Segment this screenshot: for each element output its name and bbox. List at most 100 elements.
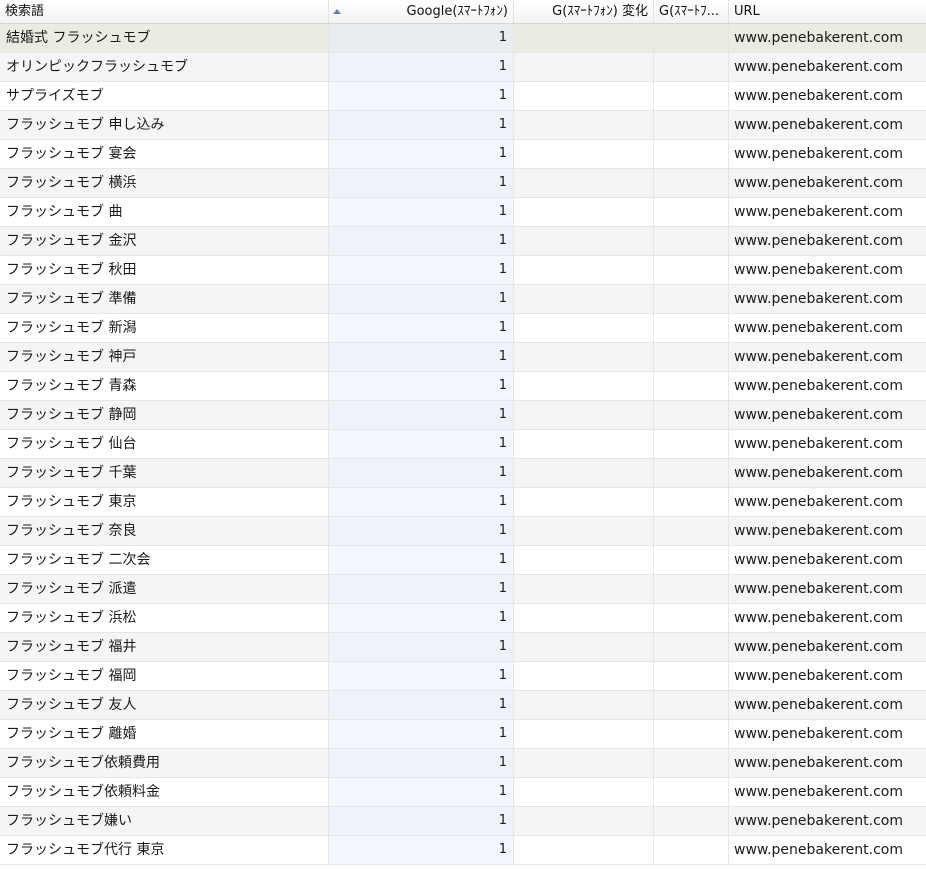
table-row[interactable]: フラッシュモブ 離婚 1 www.penebakerent.com: [0, 720, 926, 749]
table-row[interactable]: フラッシュモブ 友人 1 www.penebakerent.com: [0, 691, 926, 720]
change-cell: [514, 633, 654, 661]
rank-cell: 1: [329, 691, 514, 719]
table-row[interactable]: フラッシュモブ 千葉 1 www.penebakerent.com: [0, 459, 926, 488]
term-cell: フラッシュモブ 準備: [0, 285, 329, 313]
table-row[interactable]: フラッシュモブ 宴会 1 www.penebakerent.com: [0, 140, 926, 169]
url-cell: www.penebakerent.com: [734, 581, 903, 597]
term-cell: フラッシュモブ 静岡: [0, 401, 329, 429]
rank-cell: 1: [329, 749, 514, 777]
table-row[interactable]: フラッシュモブ 神戸 1 www.penebakerent.com: [0, 343, 926, 372]
table-row[interactable]: フラッシュモブ 浜松 1 www.penebakerent.com: [0, 604, 926, 633]
change-cell: [514, 111, 654, 139]
table-row[interactable]: フラッシュモブ依頼料金 1 www.penebakerent.com: [0, 778, 926, 807]
table-row[interactable]: フラッシュモブ 新潟 1 www.penebakerent.com: [0, 314, 926, 343]
column-header-url[interactable]: URL: [729, 0, 926, 23]
term-cell: フラッシュモブ 宴会: [0, 140, 329, 168]
table-row[interactable]: フラッシュモブ 仙台 1 www.penebakerent.com: [0, 430, 926, 459]
url-cell: www.penebakerent.com: [734, 813, 903, 829]
table-row[interactable]: フラッシュモブ 派遣 1 www.penebakerent.com: [0, 575, 926, 604]
term-cell: フラッシュモブ 福岡: [0, 662, 329, 690]
table-row[interactable]: フラッシュモブ 秋田 1 www.penebakerent.com: [0, 256, 926, 285]
rank-cell: 1: [329, 517, 514, 545]
table-row[interactable]: フラッシュモブ 静岡 1 www.penebakerent.com: [0, 401, 926, 430]
table-row[interactable]: フラッシュモブ依頼費用 1 www.penebakerent.com: [0, 749, 926, 778]
term-cell: フラッシュモブ 福井: [0, 633, 329, 661]
extra-cell: [654, 227, 729, 255]
table-row[interactable]: オリンピックフラッシュモブ 1 www.penebakerent.com: [0, 53, 926, 82]
change-cell: [514, 517, 654, 545]
url-cell: www.penebakerent.com: [734, 552, 903, 568]
rank-cell: 1: [329, 227, 514, 255]
term-cell: フラッシュモブ依頼費用: [0, 749, 329, 777]
column-header-search-term[interactable]: 検索語: [0, 0, 329, 23]
table-row[interactable]: フラッシュモブ 曲 1 www.penebakerent.com: [0, 198, 926, 227]
extra-cell: [654, 430, 729, 458]
table-row[interactable]: フラッシュモブ 奈良 1 www.penebakerent.com: [0, 517, 926, 546]
change-cell: [514, 198, 654, 226]
column-header-label: URL: [734, 4, 760, 19]
table-row[interactable]: フラッシュモブ 青森 1 www.penebakerent.com: [0, 372, 926, 401]
change-cell: [514, 488, 654, 516]
table-row[interactable]: フラッシュモブ 申し込み 1 www.penebakerent.com: [0, 111, 926, 140]
extra-cell: [654, 749, 729, 777]
change-cell: [514, 53, 654, 81]
rank-cell: 1: [329, 343, 514, 371]
term-cell: フラッシュモブ依頼料金: [0, 778, 329, 806]
term-cell: フラッシュモブ 青森: [0, 372, 329, 400]
url-cell: www.penebakerent.com: [734, 349, 903, 365]
extra-cell: [654, 546, 729, 574]
table-row[interactable]: フラッシュモブ嫌い 1 www.penebakerent.com: [0, 807, 926, 836]
sort-ascending-icon: [333, 9, 341, 14]
change-cell: [514, 140, 654, 168]
rank-cell: 1: [329, 459, 514, 487]
table-row[interactable]: フラッシュモブ 横浜 1 www.penebakerent.com: [0, 169, 926, 198]
extra-cell: [654, 778, 729, 806]
url-cell: www.penebakerent.com: [734, 88, 903, 104]
url-cell: www.penebakerent.com: [734, 175, 903, 191]
extra-cell: [654, 82, 729, 110]
term-cell: フラッシュモブ 神戸: [0, 343, 329, 371]
grid-header: 検索語 Google(ｽﾏｰﾄﾌｫﾝ) G(ｽﾏｰﾄﾌｫﾝ) 変化 G(ｽﾏｰﾄ…: [0, 0, 926, 24]
url-cell: www.penebakerent.com: [734, 320, 903, 336]
url-cell: www.penebakerent.com: [734, 233, 903, 249]
column-header-smartphone-extra[interactable]: G(ｽﾏｰﾄﾌ...: [654, 0, 729, 23]
extra-cell: [654, 720, 729, 748]
column-header-label: G(ｽﾏｰﾄﾌｫﾝ) 変化: [552, 4, 648, 19]
extra-cell: [654, 517, 729, 545]
rank-cell: 1: [329, 430, 514, 458]
rank-cell: 1: [329, 140, 514, 168]
term-cell: フラッシュモブ 友人: [0, 691, 329, 719]
change-cell: [514, 662, 654, 690]
term-cell: 結婚式 フラッシュモブ: [0, 24, 329, 52]
url-cell: www.penebakerent.com: [734, 291, 903, 307]
table-row[interactable]: フラッシュモブ 二次会 1 www.penebakerent.com: [0, 546, 926, 575]
rank-cell: 1: [329, 633, 514, 661]
term-cell: フラッシュモブ 金沢: [0, 227, 329, 255]
table-row[interactable]: フラッシュモブ 福岡 1 www.penebakerent.com: [0, 662, 926, 691]
change-cell: [514, 401, 654, 429]
table-row[interactable]: フラッシュモブ 準備 1 www.penebakerent.com: [0, 285, 926, 314]
rank-cell: 1: [329, 807, 514, 835]
extra-cell: [654, 662, 729, 690]
table-row[interactable]: フラッシュモブ 福井 1 www.penebakerent.com: [0, 633, 926, 662]
url-cell: www.penebakerent.com: [734, 494, 903, 510]
change-cell: [514, 24, 654, 52]
term-cell: フラッシュモブ 仙台: [0, 430, 329, 458]
change-cell: [514, 575, 654, 603]
table-row[interactable]: 結婚式 フラッシュモブ 1 www.penebakerent.com: [0, 24, 926, 53]
column-header-google-smartphone[interactable]: Google(ｽﾏｰﾄﾌｫﾝ): [329, 0, 514, 23]
term-cell: フラッシュモブ 二次会: [0, 546, 329, 574]
extra-cell: [654, 575, 729, 603]
table-row[interactable]: フラッシュモブ 金沢 1 www.penebakerent.com: [0, 227, 926, 256]
table-row[interactable]: フラッシュモブ 東京 1 www.penebakerent.com: [0, 488, 926, 517]
table-row[interactable]: フラッシュモブ代行 東京 1 www.penebakerent.com: [0, 836, 926, 865]
change-cell: [514, 314, 654, 342]
url-cell: www.penebakerent.com: [734, 146, 903, 162]
table-row[interactable]: サプライズモブ 1 www.penebakerent.com: [0, 82, 926, 111]
rank-cell: 1: [329, 169, 514, 197]
column-header-smartphone-change[interactable]: G(ｽﾏｰﾄﾌｫﾝ) 変化: [514, 0, 654, 23]
url-cell: www.penebakerent.com: [734, 697, 903, 713]
term-cell: フラッシュモブ嫌い: [0, 807, 329, 835]
rank-cell: 1: [329, 372, 514, 400]
term-cell: オリンピックフラッシュモブ: [0, 53, 329, 81]
